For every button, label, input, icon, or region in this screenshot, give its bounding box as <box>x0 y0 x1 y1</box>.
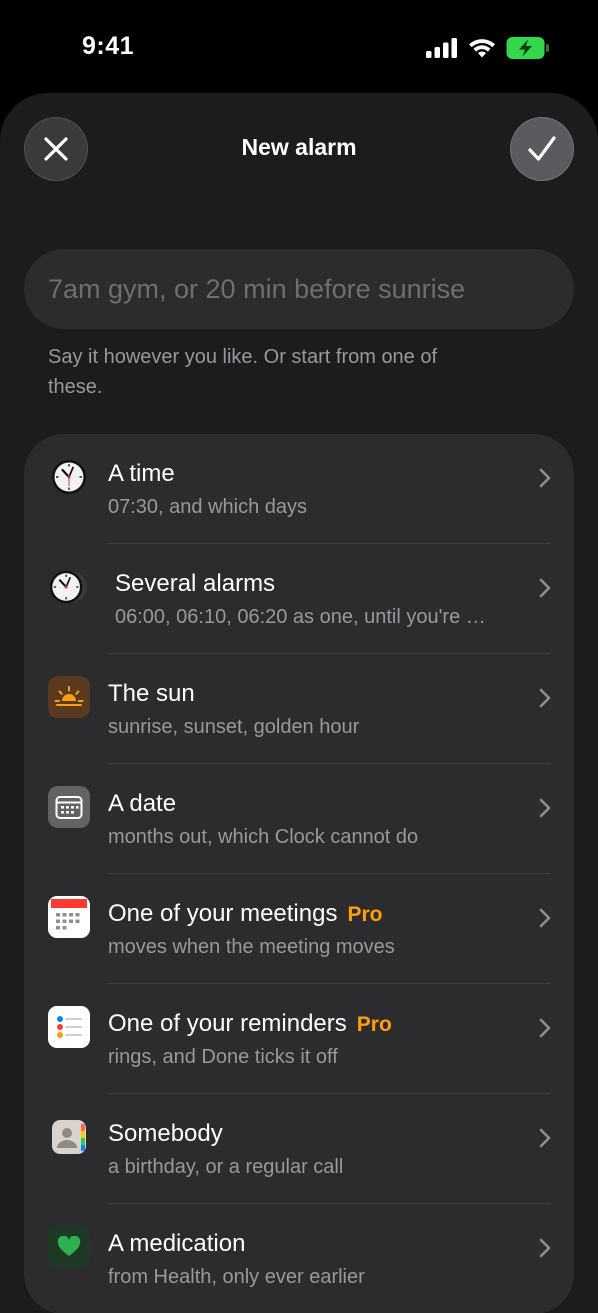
option-a-date[interactable]: A date months out, which Clock cannot do <box>24 764 574 874</box>
reminders-icon <box>48 1006 90 1048</box>
alarm-description-field[interactable] <box>24 249 574 329</box>
option-subtitle: months out, which Clock cannot do <box>108 826 419 848</box>
alarm-type-list: A time 07:30, and which days Several ala… <box>24 434 574 1313</box>
chevron-right-icon <box>539 468 551 488</box>
status-time: 9:41 <box>82 32 135 60</box>
stacked-clock-icon <box>48 566 90 608</box>
battery-charging-icon <box>506 37 549 59</box>
chevron-right-icon <box>539 798 551 818</box>
chevron-right-icon <box>539 688 551 708</box>
option-subtitle: sunrise, sunset, golden hour <box>108 716 360 738</box>
option-title: Several alarms <box>115 570 276 597</box>
status-bar: 9:41 <box>0 0 598 92</box>
option-subtitle: 06:00, 06:10, 06:20 as one, until you're… <box>115 606 487 628</box>
chevron-right-icon <box>539 1128 551 1148</box>
option-subtitle: rings, and Done ticks it off <box>108 1046 338 1068</box>
option-title-text: One of your meetings <box>108 900 338 927</box>
wifi-icon <box>469 39 495 58</box>
option-meetings[interactable]: One of your meetings Pro moves when the m… <box>24 874 574 984</box>
option-title: One of your reminders Pro <box>108 1010 392 1038</box>
chevron-right-icon <box>539 908 551 928</box>
option-title: A medication <box>108 1230 246 1257</box>
pro-badge: Pro <box>347 903 383 926</box>
option-subtitle: moves when the meeting moves <box>108 936 395 958</box>
option-title: The sun <box>108 680 195 707</box>
calendar-grid-icon <box>48 786 90 828</box>
confirm-button[interactable] <box>510 117 574 181</box>
new-alarm-sheet: New alarm Say it however you like. Or st… <box>0 93 598 1313</box>
sheet-title: New alarm <box>241 134 357 160</box>
option-title: A date <box>108 790 177 817</box>
option-title: One of your meetings Pro <box>108 900 382 928</box>
contacts-icon <box>48 1116 90 1158</box>
option-subtitle: a birthday, or a regular call <box>108 1156 344 1178</box>
option-title: Somebody <box>108 1120 223 1147</box>
heart-icon <box>48 1226 90 1268</box>
chevron-right-icon <box>539 1238 551 1258</box>
pro-badge: Pro <box>356 1013 392 1036</box>
checkmark-icon <box>528 136 556 161</box>
option-subtitle: from Health, only ever earlier <box>108 1266 365 1288</box>
chevron-right-icon <box>539 1018 551 1038</box>
option-subtitle: 07:30, and which days <box>108 496 308 518</box>
hint-text: Say it however you like. Or start from o… <box>48 346 438 398</box>
option-the-sun[interactable]: The sun sunrise, sunset, golden hour <box>24 654 574 764</box>
option-title-text: One of your reminders <box>108 1010 347 1037</box>
option-title: A time <box>108 460 175 487</box>
chevron-right-icon <box>539 578 551 598</box>
status-icons <box>426 36 550 60</box>
cellular-signal-icon <box>426 38 457 58</box>
option-a-time[interactable]: A time 07:30, and which days <box>24 434 574 544</box>
sunrise-icon <box>48 676 90 718</box>
option-reminders[interactable]: One of your reminders Pro rings, and Done… <box>24 984 574 1094</box>
option-several-alarms[interactable]: Several alarms 06:00, 06:10, 06:20 as on… <box>24 544 574 654</box>
option-medication[interactable]: A medication from Health, only ever earl… <box>24 1204 574 1313</box>
calendar-app-icon <box>48 896 90 938</box>
option-somebody[interactable]: Somebody a birthday, or a regular call <box>24 1094 574 1204</box>
clock-icon <box>48 456 90 498</box>
alarm-description-input[interactable] <box>24 273 574 305</box>
